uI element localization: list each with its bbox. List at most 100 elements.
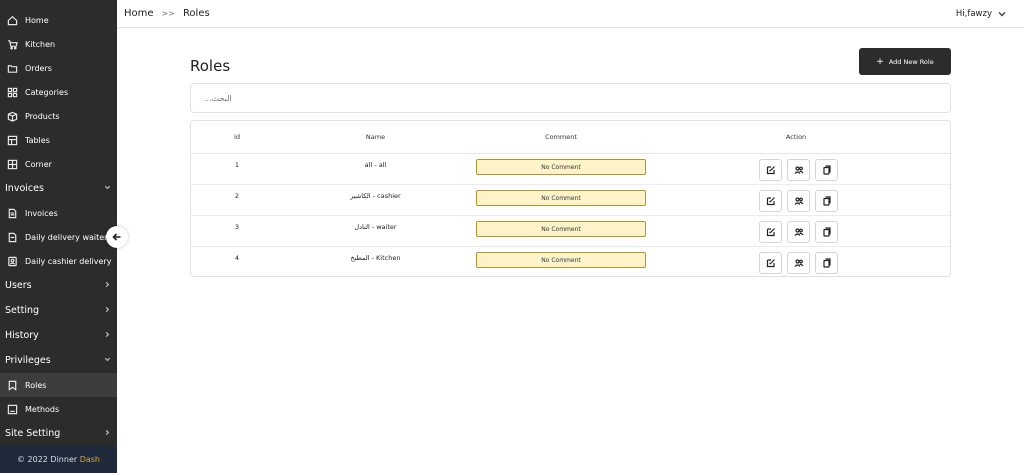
row-actions bbox=[759, 221, 838, 243]
copy-button[interactable] bbox=[815, 252, 838, 274]
copy-button[interactable] bbox=[815, 159, 838, 181]
search-bar bbox=[190, 83, 951, 113]
sidebar-item-label: Orders bbox=[25, 63, 52, 73]
table-header: Id Name Comment Action bbox=[191, 121, 950, 154]
sidebar-collapse-button[interactable] bbox=[106, 226, 128, 248]
column-header-action: Action bbox=[785, 133, 807, 141]
edit-icon bbox=[766, 228, 775, 237]
users-icon bbox=[794, 259, 803, 267]
users-icon bbox=[794, 228, 803, 236]
sidebar-item-home[interactable]: Home bbox=[0, 8, 117, 32]
row-name: النادل - waiter bbox=[354, 223, 397, 231]
edit-button[interactable] bbox=[759, 221, 782, 243]
sidebar-item-label: Kitchen bbox=[25, 39, 56, 49]
row-actions bbox=[759, 252, 838, 274]
row-id: 2 bbox=[234, 192, 240, 200]
users-button[interactable] bbox=[787, 221, 810, 243]
row-actions bbox=[759, 190, 838, 212]
plus-icon: + bbox=[876, 56, 884, 67]
row-comment: No Comment bbox=[476, 221, 646, 237]
sidebar-item-label: Daily delivery waiter bbox=[25, 232, 108, 242]
copy-icon bbox=[822, 165, 831, 175]
row-actions bbox=[759, 159, 838, 181]
brand-text: Dash bbox=[79, 455, 101, 464]
sidebar-group-label: Privileges bbox=[5, 355, 51, 366]
sidebar-group-setting[interactable]: Setting bbox=[0, 298, 117, 323]
cashier-icon bbox=[6, 255, 18, 267]
sidebar-group-history[interactable]: History bbox=[0, 323, 117, 348]
column-header-id: Id bbox=[233, 133, 241, 141]
sidebar-item-corner[interactable]: Corner bbox=[0, 152, 117, 176]
table-row: 4 المطبخ - Kitchen No Comment bbox=[191, 247, 950, 278]
chevron-right-icon bbox=[104, 428, 111, 439]
sidebar-item-label: Products bbox=[25, 111, 60, 121]
sidebar-item-invoices[interactable]: Invoices bbox=[0, 201, 117, 225]
users-button[interactable] bbox=[787, 159, 810, 181]
sidebar-item-methods[interactable]: Methods bbox=[0, 397, 117, 421]
edit-button[interactable] bbox=[759, 252, 782, 274]
sidebar-item-label: Roles bbox=[25, 380, 47, 390]
sidebar-item-kitchen[interactable]: Kitchen bbox=[0, 32, 117, 56]
sidebar-group-label: History bbox=[5, 330, 39, 341]
user-greeting: Hi,fawzy bbox=[955, 8, 992, 19]
edit-icon bbox=[766, 166, 775, 175]
copyright-text: © 2022 Dinner bbox=[16, 455, 78, 464]
users-button[interactable] bbox=[787, 190, 810, 212]
row-name: الكاشير - cashier bbox=[350, 192, 401, 200]
copy-icon bbox=[822, 227, 831, 237]
sidebar-item-label: Home bbox=[25, 15, 49, 25]
folder-icon bbox=[6, 62, 18, 74]
user-menu[interactable]: Hi,fawzy bbox=[956, 9, 1006, 19]
sidebar-item-label: Categories bbox=[25, 87, 69, 97]
methods-icon bbox=[6, 403, 18, 415]
box-icon bbox=[6, 110, 18, 122]
sidebar-item-daily-delivery-waiter[interactable]: Daily delivery waiter bbox=[0, 225, 117, 249]
copy-icon bbox=[822, 196, 831, 206]
sidebar-group-label: Invoices bbox=[5, 183, 44, 194]
sidebar-group-users[interactable]: Users bbox=[0, 273, 117, 298]
row-id: 1 bbox=[234, 161, 240, 169]
search-input[interactable] bbox=[204, 93, 950, 103]
sidebar-group-invoices[interactable]: Invoices bbox=[0, 176, 117, 201]
copy-button[interactable] bbox=[815, 190, 838, 212]
edit-icon bbox=[766, 259, 775, 268]
row-name: المطبخ - Kitchen bbox=[350, 254, 401, 262]
page-title: Roles bbox=[190, 57, 231, 75]
table-icon bbox=[6, 134, 18, 146]
grid-icon bbox=[6, 86, 18, 98]
document-icon bbox=[6, 231, 18, 243]
sidebar-item-products[interactable]: Products bbox=[0, 104, 117, 128]
chevron-right-icon bbox=[104, 330, 111, 341]
edit-button[interactable] bbox=[759, 190, 782, 212]
sidebar-item-daily-cashier-delivery[interactable]: Daily cashier delivery bbox=[0, 249, 117, 273]
cart-icon bbox=[6, 38, 18, 50]
home-icon bbox=[6, 14, 18, 26]
table-row: 3 النادل - waiter No Comment bbox=[191, 216, 950, 247]
sidebar-item-orders[interactable]: Orders bbox=[0, 56, 117, 80]
table-row: 2 الكاشير - cashier No Comment bbox=[191, 185, 950, 216]
edit-button[interactable] bbox=[759, 159, 782, 181]
chevron-right-icon bbox=[104, 305, 111, 316]
add-new-role-button[interactable]: + Add New Role bbox=[859, 48, 951, 75]
sidebar-item-roles[interactable]: Roles bbox=[0, 373, 117, 397]
chevron-down-icon bbox=[104, 183, 111, 194]
invoice-icon bbox=[6, 207, 18, 219]
sidebar-item-categories[interactable]: Categories bbox=[0, 80, 117, 104]
users-icon bbox=[794, 197, 803, 205]
users-button[interactable] bbox=[787, 252, 810, 274]
row-comment: No Comment bbox=[476, 159, 646, 175]
row-id: 4 bbox=[234, 254, 240, 262]
column-header-comment: Comment bbox=[545, 133, 577, 141]
breadcrumb-home[interactable]: Home bbox=[124, 8, 154, 19]
table-row: 1 all - all No Comment bbox=[191, 154, 950, 185]
sidebar-group-privileges[interactable]: Privileges bbox=[0, 348, 117, 373]
sidebar-group-label: Users bbox=[5, 280, 32, 291]
copy-icon bbox=[822, 258, 831, 268]
breadcrumb: Home >> Roles bbox=[124, 8, 210, 19]
table-icon bbox=[6, 158, 18, 170]
copy-button[interactable] bbox=[815, 221, 838, 243]
sidebar-item-tables[interactable]: Tables bbox=[0, 128, 117, 152]
sidebar-group-site-setting[interactable]: Site Setting bbox=[0, 421, 117, 446]
breadcrumb-separator: >> bbox=[161, 9, 175, 18]
add-new-role-label: Add New Role bbox=[888, 57, 934, 66]
